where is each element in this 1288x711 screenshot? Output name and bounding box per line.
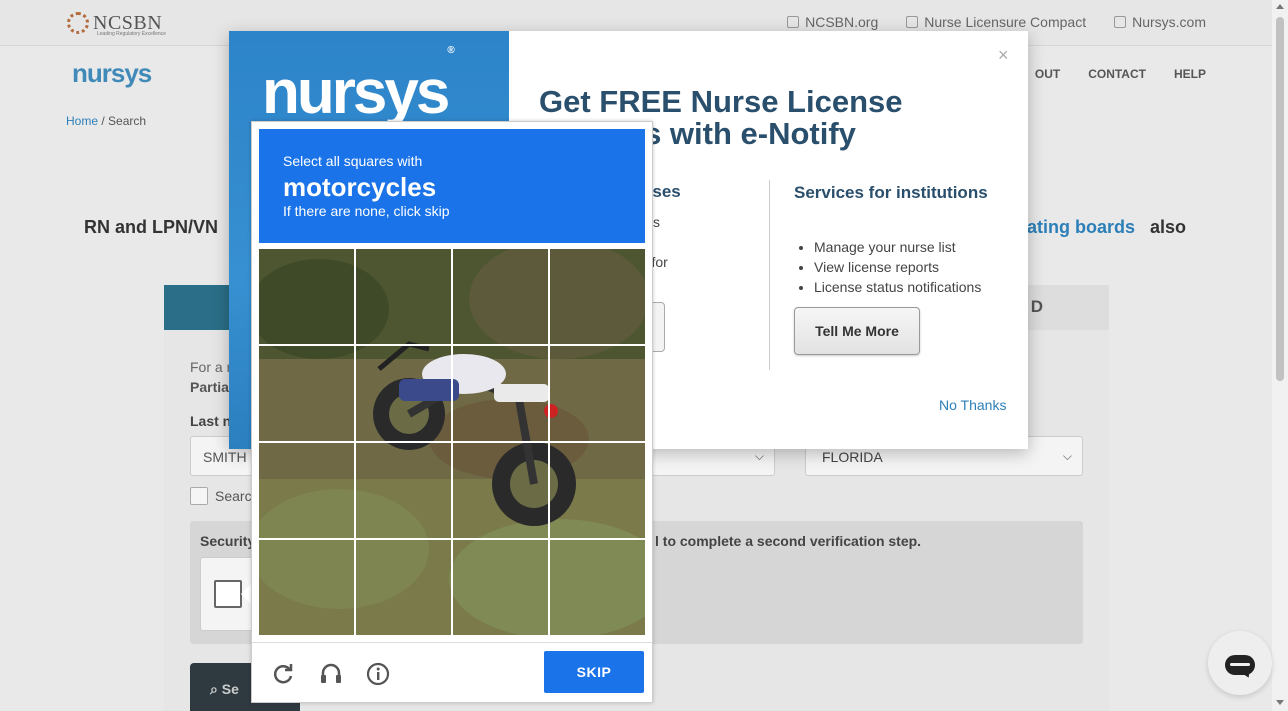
captcha-tile-image (550, 540, 645, 635)
nav-item-about[interactable]: OUT (1035, 67, 1060, 81)
info-icon[interactable] (365, 661, 391, 687)
captcha-tile[interactable] (259, 249, 354, 344)
captcha-tile-image (356, 249, 451, 344)
external-link-icon (906, 16, 919, 28)
captcha-tile-image (453, 346, 548, 441)
scroll-up-icon[interactable] (1276, 4, 1284, 9)
form-help-bold: Partia (190, 379, 229, 395)
captcha-tile-image (356, 540, 451, 635)
security-label: Security (200, 533, 256, 549)
captcha-sub: If there are none, click skip (283, 203, 450, 219)
captcha-tile-image (356, 443, 451, 538)
captcha-challenge: Select all squares with motorcycles If t… (251, 121, 653, 703)
chevron-down-icon: ⌵ (1062, 449, 1072, 463)
captcha-tile-image (453, 540, 548, 635)
captcha-tile[interactable] (356, 346, 451, 441)
last-name-label: Last n (190, 413, 232, 429)
captcha-tile-image (453, 443, 548, 538)
no-thanks-link[interactable]: No Thanks (939, 397, 1006, 413)
nursys-logo[interactable]: nursys (72, 58, 152, 89)
captcha-grid (259, 249, 646, 636)
captcha-tile-image (259, 346, 354, 441)
link-nurse-licensure-compact[interactable]: Nurse Licensure Compact (906, 14, 1086, 30)
page-scrollbar[interactable] (1272, 0, 1288, 711)
captcha-tile[interactable] (550, 249, 645, 344)
list-item: License status notifications (814, 277, 981, 297)
captcha-tile-image (550, 249, 645, 344)
institutions-list: Manage your nurse list View license repo… (814, 237, 981, 297)
recaptcha-checkbox[interactable] (214, 580, 242, 608)
modal-close-icon[interactable]: × (998, 45, 1009, 66)
search-option-label: Searc (215, 488, 252, 504)
modal-divider (769, 180, 770, 370)
tab-active[interactable] (164, 285, 234, 330)
link-nursys-com[interactable]: Nursys.com (1114, 14, 1206, 30)
security-note: l to complete a second verification step… (655, 533, 922, 549)
captcha-tile[interactable] (356, 443, 451, 538)
list-item: View license reports (814, 257, 981, 277)
captcha-tile-image (259, 540, 354, 635)
institutions-heading: Services for institutions (794, 183, 988, 202)
captcha-tile[interactable] (453, 443, 548, 538)
list-item: Manage your nurse list (814, 237, 981, 257)
external-link-icon (1114, 16, 1127, 28)
captcha-footer: SKIP (252, 642, 652, 702)
reload-icon[interactable] (270, 661, 296, 687)
participating-boards-link[interactable]: pating boards (1016, 217, 1135, 238)
breadcrumb-home[interactable]: Home (66, 114, 98, 128)
link-ncsbn-org[interactable]: NCSBN.org (787, 14, 878, 30)
chat-icon-line (1230, 663, 1250, 666)
nav-item-contact[interactable]: CONTACT (1088, 67, 1146, 81)
scroll-down-icon[interactable] (1276, 700, 1284, 705)
captcha-tile-image (356, 346, 451, 441)
search-option-checkbox[interactable] (190, 487, 208, 505)
captcha-tile-image (259, 249, 354, 344)
top-links: NCSBN.org Nurse Licensure Compact Nursys… (787, 14, 1206, 30)
breadcrumb: Home / Search (66, 114, 147, 128)
captcha-tile[interactable] (453, 249, 548, 344)
ncsbn-logo[interactable]: NCSBN Leading Regulatory Excellence (67, 9, 171, 37)
nursys-modal-logo: nursys® (262, 45, 455, 127)
chat-launcher-button[interactable] (1208, 631, 1272, 695)
nav-items: OUT CONTACT HELP (1035, 67, 1206, 81)
captcha-tile[interactable] (453, 346, 548, 441)
skip-button[interactable]: SKIP (544, 651, 644, 693)
captcha-target: motorcycles (283, 172, 437, 202)
captcha-header: Select all squares with motorcycles If t… (259, 129, 645, 243)
captcha-tile[interactable] (259, 540, 354, 635)
ncsbn-logo-icon (67, 12, 89, 34)
external-link-icon (787, 16, 800, 28)
captcha-tile[interactable] (453, 540, 548, 635)
breadcrumb-current: Search (108, 114, 147, 128)
captcha-pointer (241, 584, 251, 604)
scroll-thumb[interactable] (1276, 17, 1284, 381)
captcha-tile[interactable] (550, 443, 645, 538)
captcha-tile-image (550, 346, 645, 441)
captcha-tile[interactable] (259, 443, 354, 538)
tab-right[interactable]: D (1031, 297, 1043, 317)
chat-icon (1225, 655, 1255, 675)
captcha-tile[interactable] (356, 249, 451, 344)
captcha-tile[interactable] (259, 346, 354, 441)
chevron-down-icon: ⌵ (754, 449, 764, 463)
captcha-tile[interactable] (550, 346, 645, 441)
captcha-tile-image (550, 443, 645, 538)
form-help-text: For a n (190, 359, 235, 375)
captcha-tile[interactable] (356, 540, 451, 635)
search-icon: ⌕ (210, 681, 222, 697)
tell-me-more-button[interactable]: Tell Me More (794, 307, 920, 355)
captcha-tile-image (453, 249, 548, 344)
captcha-tile[interactable] (550, 540, 645, 635)
nav-item-help[interactable]: HELP (1174, 67, 1206, 81)
audio-icon[interactable] (318, 661, 344, 687)
captcha-instruction: Select all squares with (283, 153, 423, 169)
captcha-tile-image (259, 443, 354, 538)
